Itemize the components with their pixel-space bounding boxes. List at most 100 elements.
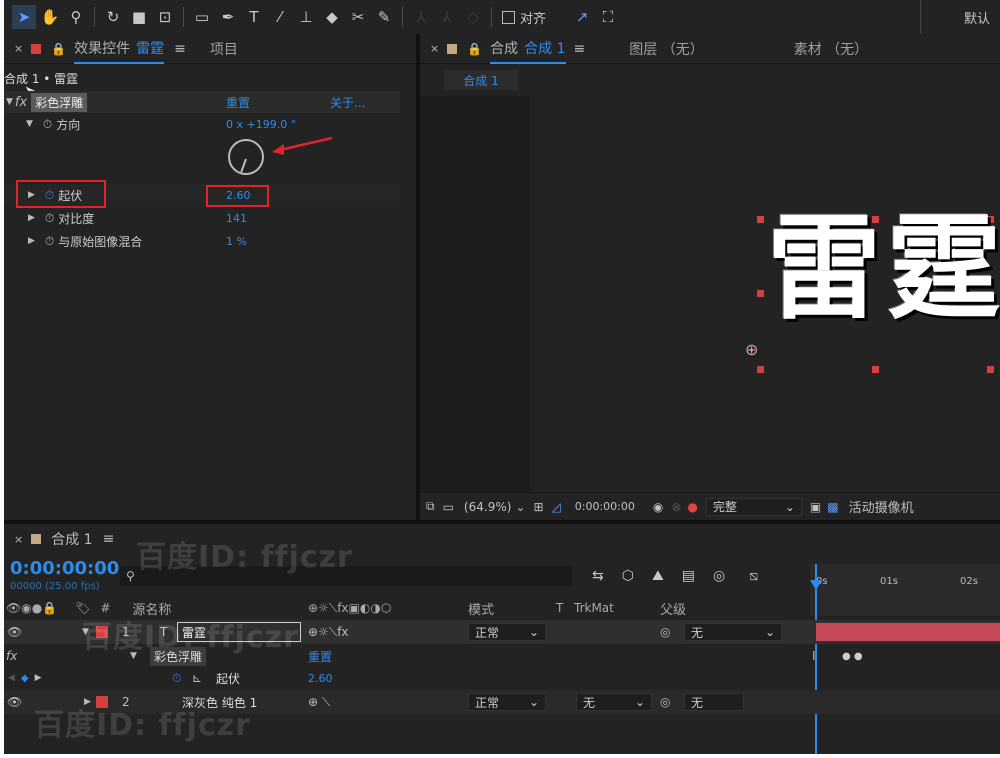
text-layer-bounds[interactable]: 雷霆: [757, 212, 1000, 373]
prop-row-contrast[interactable]: ▶ ⏱ 对比度 141: [4, 207, 400, 229]
pin-tool-icon[interactable]: ✎: [372, 5, 396, 29]
expand-arrow-icon[interactable]: ▶: [28, 213, 35, 223]
zoom-tool-icon[interactable]: ⚲: [64, 5, 88, 29]
lock-icon[interactable]: 🔒: [51, 42, 66, 56]
blend-value[interactable]: 1 %: [226, 235, 247, 248]
comp-viewer[interactable]: 雷霆 ⊕: [420, 96, 1000, 492]
snapshot-icon[interactable]: ◉: [653, 500, 663, 514]
workspace-label[interactable]: 默认: [964, 8, 990, 27]
parent-dropdown[interactable]: 无: [684, 693, 744, 711]
rectangle-tool-icon[interactable]: ▭: [190, 5, 214, 29]
graph-icon[interactable]: ⊾: [192, 671, 202, 685]
about-link[interactable]: 关于...: [330, 94, 365, 111]
snap-arrow-icon[interactable]: ↗: [570, 5, 594, 29]
zoom-dropdown[interactable]: (64.9%): [464, 500, 511, 514]
layer-switches-icon[interactable]: ⊕☼⟍fx: [308, 625, 349, 640]
timeline-timecode[interactable]: 0:00:00:00: [10, 558, 119, 579]
brush-tool-icon[interactable]: ⁄: [268, 5, 292, 29]
lock-icon[interactable]: 🔒: [467, 42, 482, 56]
layer-switches-icon[interactable]: ⊕ ⟍: [308, 695, 330, 710]
effect-header-row[interactable]: ▼ fx 彩色浮雕 重置 关于...: [4, 91, 400, 113]
comp-flowchart-icon[interactable]: ⇆: [592, 568, 604, 584]
stopwatch-icon[interactable]: ⏱: [45, 211, 54, 226]
bounds-handle[interactable]: [872, 366, 879, 373]
show-snapshot-icon[interactable]: ⊗: [671, 500, 681, 514]
bounds-handle[interactable]: [757, 290, 764, 297]
eraser-tool-icon[interactable]: ◆: [320, 5, 344, 29]
pickwhip-icon[interactable]: ◎: [660, 625, 670, 639]
trkmat-dropdown[interactable]: 无 ⌄: [576, 693, 652, 711]
collapse-arrow-icon[interactable]: ▼: [6, 97, 13, 107]
transparency-grid-icon[interactable]: ▩: [827, 500, 838, 514]
fx-icon[interactable]: fx: [15, 95, 27, 110]
close-panel-icon[interactable]: ×: [430, 42, 439, 55]
tab-effect-controls[interactable]: 效果控件 雷霆: [74, 34, 165, 64]
prop-row-direction[interactable]: ▼ ⏱ 方向 0 x +199.0 °: [4, 113, 400, 135]
contrast-value[interactable]: 141: [226, 212, 247, 225]
comp-chip[interactable]: 合成 1: [444, 70, 518, 90]
tab-project[interactable]: 项目: [210, 39, 238, 59]
selection-tool-icon[interactable]: ➤: [12, 5, 36, 29]
frame-blending-icon[interactable]: ▤: [682, 568, 695, 584]
region-of-interest-icon[interactable]: ▣: [810, 500, 821, 514]
reset-link[interactable]: 重置: [308, 648, 332, 665]
monitor-icon[interactable]: ▭: [443, 500, 454, 514]
bounds-handle[interactable]: [987, 366, 994, 373]
close-panel-icon[interactable]: ×: [14, 533, 23, 546]
bounds-handle[interactable]: [757, 216, 764, 223]
snap-grid-icon[interactable]: ⛶: [596, 5, 620, 29]
color-channel-icon[interactable]: ●: [687, 500, 697, 514]
snap-toggle[interactable]: 对齐: [502, 8, 546, 27]
reset-link[interactable]: 重置: [226, 94, 250, 111]
expand-arrow-icon[interactable]: ▶: [28, 236, 35, 246]
prop-row-blend[interactable]: ▶ ⏱ 与原始图像混合 1 %: [4, 230, 400, 252]
mask-visibility-icon[interactable]: ◿: [552, 500, 561, 514]
layer-duration-bar[interactable]: [816, 623, 1000, 641]
graph-editor-icon[interactable]: ⧅: [749, 568, 758, 584]
motion-blur-icon[interactable]: ◎: [713, 568, 725, 584]
tab-timeline[interactable]: 合成 1: [51, 529, 92, 549]
hand-tool-icon[interactable]: ✋: [38, 5, 62, 29]
quality-dropdown[interactable]: 完整 ⌄: [705, 497, 802, 516]
stopwatch-icon[interactable]: ⏱: [45, 234, 54, 249]
anchor-point-icon[interactable]: ⊕: [745, 340, 758, 359]
always-preview-icon[interactable]: ⧉: [426, 499, 435, 514]
fx-icon[interactable]: fx: [6, 649, 17, 663]
keyframe-icon[interactable]: ● ●: [842, 651, 863, 662]
safe-margins-icon[interactable]: ⊞: [533, 500, 543, 514]
chevron-down-icon[interactable]: ⌄: [515, 500, 525, 514]
mode-dropdown[interactable]: 正常 ⌄: [468, 623, 546, 641]
stamp-tool-icon[interactable]: ⊥: [294, 5, 318, 29]
panel-menu-icon[interactable]: ≡: [574, 41, 586, 57]
axis-local-icon[interactable]: ⅄: [409, 5, 433, 29]
snap-checkbox[interactable]: [502, 10, 515, 24]
pickwhip-icon[interactable]: ◎: [660, 695, 670, 709]
prop-value[interactable]: 2.60: [308, 672, 333, 685]
time-ruler[interactable]: 0s 01s 02s: [810, 564, 1000, 594]
axis-view-icon[interactable]: ◇: [461, 5, 485, 29]
relief-value[interactable]: 2.60: [226, 189, 251, 202]
visibility-eye-icon[interactable]: 👁: [7, 625, 22, 639]
av-switches-header-icon[interactable]: 👁◉●🔒: [6, 601, 57, 615]
text-tool-icon[interactable]: T: [242, 5, 266, 29]
stopwatch-icon[interactable]: ⏱: [172, 671, 181, 686]
anchor-tool-icon[interactable]: ⊡: [153, 5, 177, 29]
camera-dropdown[interactable]: 活动摄像机: [849, 497, 914, 516]
tab-footage[interactable]: 素材 （无）: [794, 39, 868, 59]
axis-world-icon[interactable]: ⅄: [435, 5, 459, 29]
parent-dropdown[interactable]: 无 ⌄: [684, 623, 782, 641]
pen-tool-icon[interactable]: ✒: [216, 5, 240, 29]
viewer-timecode[interactable]: 0:00:00:00: [575, 500, 635, 513]
layer-prop-row[interactable]: ◀ ◆ ▶ ⏱ ⊾ 起伏 2.60: [4, 666, 1000, 690]
shy-layers-icon[interactable]: ⛰: [652, 568, 664, 584]
close-panel-icon[interactable]: ×: [14, 42, 23, 55]
stopwatch-icon[interactable]: ⏱: [43, 117, 52, 132]
prop-row-relief[interactable]: ▶ ⏱ 起伏 2.60: [4, 180, 400, 208]
tab-composition[interactable]: 合成 合成 1: [490, 34, 566, 64]
prev-keyframe-icon[interactable]: ◀: [8, 673, 15, 683]
add-keyframe-icon[interactable]: ◆: [21, 673, 29, 684]
collapse-arrow-icon[interactable]: ▼: [26, 119, 33, 129]
rotate-tool-icon[interactable]: ↻: [101, 5, 125, 29]
roto-tool-icon[interactable]: ✂: [346, 5, 370, 29]
draft-3d-icon[interactable]: ⬡: [622, 568, 634, 584]
